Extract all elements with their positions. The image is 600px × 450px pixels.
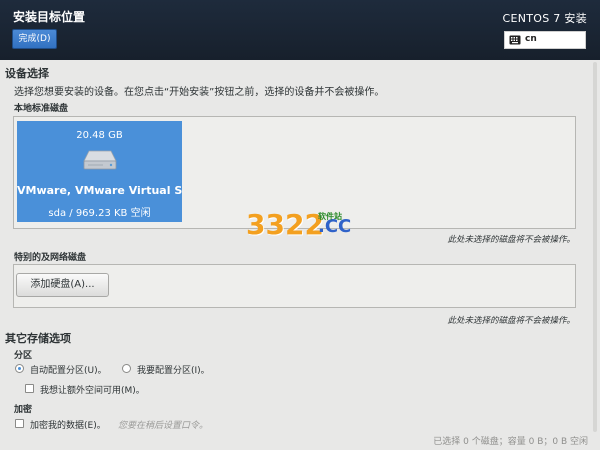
disk-name: VMware, VMware Virtual S bbox=[17, 184, 182, 197]
other-storage-title: 其它存储选项 bbox=[5, 332, 71, 345]
scrollbar-track bbox=[593, 62, 597, 432]
hard-disk-icon bbox=[83, 150, 117, 170]
watermark-digits: 3322 bbox=[246, 208, 324, 241]
encrypt-data-checkbox[interactable] bbox=[15, 419, 24, 428]
auto-partition-label[interactable]: 自动配置分区(U)。 bbox=[30, 363, 107, 376]
extra-space-checkbox[interactable] bbox=[25, 384, 34, 393]
encryption-label: 加密 bbox=[14, 405, 33, 415]
local-disks-label: 本地标准磁盘 bbox=[14, 104, 69, 114]
encrypt-hint: 您要在稍后设置口令。 bbox=[118, 421, 209, 431]
partition-label: 分区 bbox=[14, 351, 33, 361]
encrypt-data-label[interactable]: 加密我的数据(E)。 bbox=[30, 418, 106, 431]
keyboard-layout-label: cn bbox=[525, 34, 537, 44]
network-disks-note: 此处未选择的磁盘将不会被操作。 bbox=[447, 316, 575, 326]
manual-partition-label[interactable]: 我要配置分区(I)。 bbox=[137, 363, 210, 376]
add-disk-button[interactable]: 添加硬盘(A)... bbox=[16, 273, 109, 297]
device-selection-description: 选择您想要安装的设备。在您点击“开始安装”按钮之前，选择的设备并不会被操作。 bbox=[14, 87, 385, 98]
device-selection-title: 设备选择 bbox=[5, 67, 49, 80]
local-disks-note: 此处未选择的磁盘将不会被操作。 bbox=[447, 235, 575, 245]
page-title: 安装目标位置 bbox=[13, 10, 86, 24]
product-title: CENTOS 7 安装 bbox=[502, 12, 587, 25]
manual-partition-radio[interactable] bbox=[122, 364, 131, 373]
disk-tile-sda[interactable]: 20.48 GB VMware, VMware Virtual S sda / … bbox=[17, 121, 182, 222]
extra-space-label[interactable]: 我想让额外空间可用(M)。 bbox=[40, 383, 145, 396]
header-bar: 安装目标位置 完成(D) CENTOS 7 安装 cn bbox=[0, 0, 600, 60]
selection-summary-link[interactable]: 已选择 0 个磁盘；容量 0 B；0 B 空闲 bbox=[433, 434, 588, 447]
auto-partition-radio[interactable] bbox=[15, 364, 24, 373]
disk-size: 20.48 GB bbox=[76, 130, 123, 141]
watermark-tag: 软件站 bbox=[318, 212, 342, 221]
keyboard-layout-indicator[interactable]: cn bbox=[504, 31, 586, 49]
network-disks-label: 特别的及网络磁盘 bbox=[14, 253, 87, 263]
scrollbar[interactable] bbox=[592, 62, 598, 432]
done-button[interactable]: 完成(D) bbox=[12, 29, 57, 49]
keyboard-icon bbox=[509, 35, 521, 45]
disk-info: sda / 969.23 KB 空闲 bbox=[48, 208, 151, 219]
